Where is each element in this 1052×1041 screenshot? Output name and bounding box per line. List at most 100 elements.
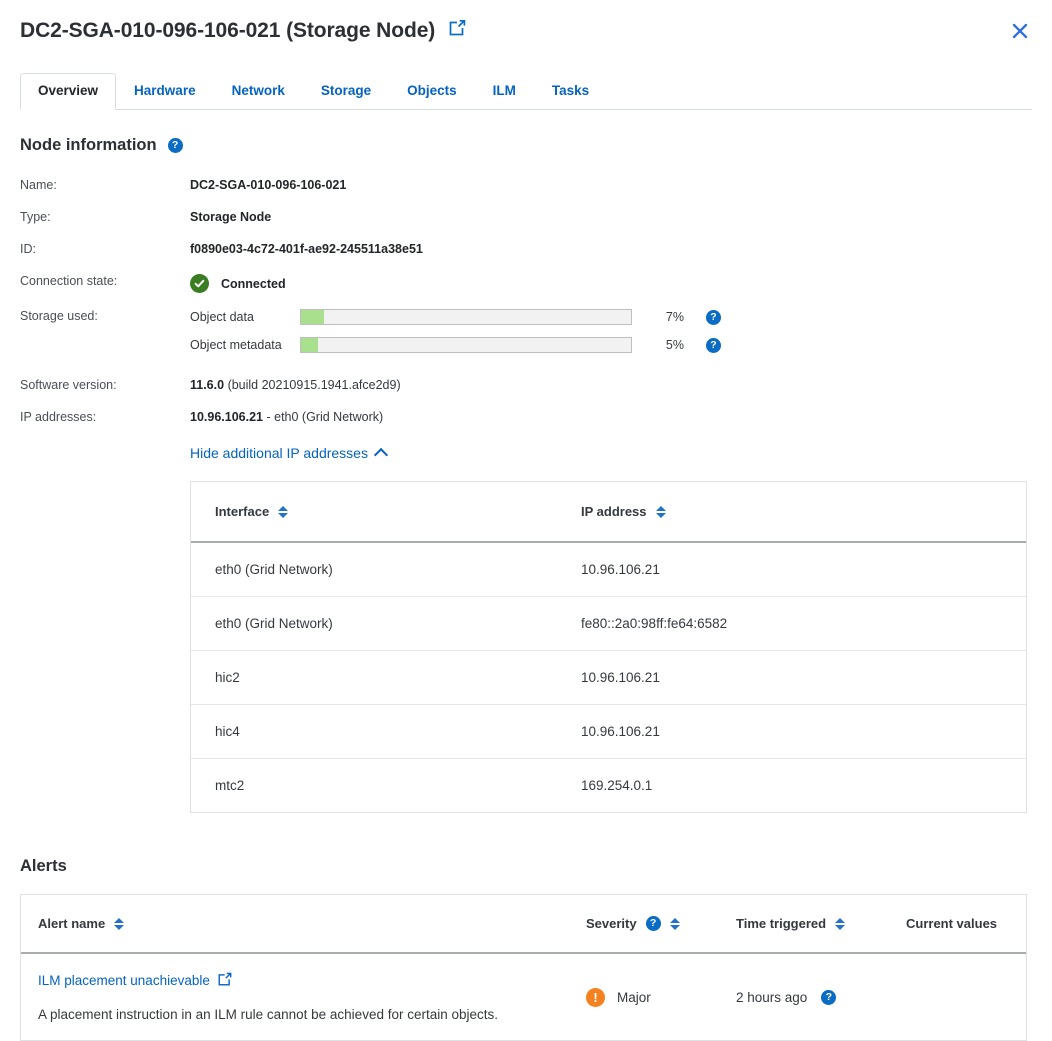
label-software-version: Software version: xyxy=(20,378,117,392)
label-name: Name: xyxy=(20,178,57,192)
toggle-additional-ip-label: Hide additional IP addresses xyxy=(190,445,368,461)
info-row-software-version: Software version: 11.6.0 (build 20210915… xyxy=(20,377,1032,394)
column-header-ip-address-label: IP address xyxy=(581,504,647,519)
table-row: hic2 10.96.106.21 xyxy=(191,650,1026,705)
close-icon[interactable] xyxy=(1007,18,1033,44)
primary-ip-address: 10.96.106.21 xyxy=(190,410,263,424)
value-type: Storage Node xyxy=(190,210,272,224)
value-name: DC2-SGA-010-096-106-021 xyxy=(190,178,347,192)
progress-bar-fill xyxy=(301,310,325,324)
info-row-storage-used: Storage used: Object data 7% ? Object me… xyxy=(20,308,1032,362)
alert-row: ILM placement unachievable A placement i… xyxy=(21,953,1026,1040)
column-header-alert-name-label: Alert name xyxy=(38,916,106,931)
table-row: hic4 10.96.106.21 xyxy=(191,704,1026,759)
alert-name-label: ILM placement unachievable xyxy=(38,973,210,988)
table-row: mtc2 169.254.0.1 xyxy=(191,759,1026,813)
storage-row-object-data: Object data 7% ? xyxy=(190,306,721,328)
external-link-icon[interactable] xyxy=(218,972,232,989)
tab-ilm[interactable]: ILM xyxy=(475,73,534,109)
column-header-current-values: Current values xyxy=(906,895,1026,954)
cell-interface: eth0 (Grid Network) xyxy=(191,596,581,651)
progress-bar-object-metadata xyxy=(300,337,632,353)
column-header-severity-label: Severity xyxy=(586,916,637,931)
help-icon[interactable]: ? xyxy=(821,989,837,1005)
cell-ip-address: 10.96.106.21 xyxy=(581,650,1026,705)
additional-ip-table: Interface IP address eth0 (Grid Network)… xyxy=(190,481,1027,813)
warning-icon: ! xyxy=(586,987,605,1007)
progress-bar-fill xyxy=(301,338,318,352)
alerts-table: Alert name Severity ? Time triggered Cur… xyxy=(20,894,1027,1041)
help-icon[interactable]: ? xyxy=(706,337,721,353)
tab-objects[interactable]: Objects xyxy=(389,73,475,109)
cell-interface: hic2 xyxy=(191,650,581,705)
cell-interface: eth0 (Grid Network) xyxy=(191,542,581,597)
tab-network[interactable]: Network xyxy=(214,73,303,109)
storage-percent-object-data: 7% xyxy=(665,310,684,324)
storage-bars: Object data 7% ? Object metadata 5% ? xyxy=(190,306,721,362)
software-build-string: (build 20210915.1941.afce2d9) xyxy=(227,378,401,392)
table-row: eth0 (Grid Network) 10.96.106.21 xyxy=(191,542,1026,597)
page-title: DC2-SGA-010-096-106-021 (Storage Node) xyxy=(20,19,436,42)
label-type: Type: xyxy=(20,210,51,224)
storage-percent-object-metadata: 5% xyxy=(665,338,684,352)
external-link-icon[interactable] xyxy=(449,19,466,41)
cell-ip-address: fe80::2a0:98ff:fe64:6582 xyxy=(581,596,1026,651)
node-information-heading: Node information ? xyxy=(20,136,1032,155)
alert-name-cell: ILM placement unachievable A placement i… xyxy=(21,953,586,1040)
cell-ip-address: 169.254.0.1 xyxy=(581,778,653,793)
sort-icon[interactable] xyxy=(669,917,680,930)
label-ip-addresses: IP addresses: xyxy=(20,410,97,424)
section-title: Node information xyxy=(20,136,157,154)
sort-icon[interactable] xyxy=(278,505,289,518)
sort-icon[interactable] xyxy=(114,917,125,930)
alert-description: A placement instruction in an ILM rule c… xyxy=(38,1007,499,1022)
column-header-interface-label: Interface xyxy=(215,504,270,519)
tab-tasks[interactable]: Tasks xyxy=(534,73,607,109)
help-icon[interactable]: ? xyxy=(645,916,661,931)
help-icon[interactable]: ? xyxy=(167,138,183,153)
value-software-version: 11.6.0 (build 20210915.1941.afce2d9) xyxy=(190,377,401,394)
storage-label-object-metadata: Object metadata xyxy=(190,338,282,352)
alert-time-label: 2 hours ago xyxy=(736,989,808,1005)
storage-label-object-data: Object data xyxy=(190,310,254,324)
tab-storage[interactable]: Storage xyxy=(303,73,389,109)
alerts-heading: Alerts xyxy=(20,857,67,875)
info-row-id: ID: f0890e03-4c72-401f-ae92-245511a38e51 xyxy=(20,241,1032,258)
info-row-ip-addresses: IP addresses: 10.96.106.21 - eth0 (Grid … xyxy=(20,409,1032,426)
alert-name-link[interactable]: ILM placement unachievable xyxy=(38,972,232,989)
alert-time-cell: 2 hours ago ? xyxy=(736,953,906,1040)
software-version-number: 11.6.0 xyxy=(190,378,225,392)
primary-ip-interface: - eth0 (Grid Network) xyxy=(266,410,384,424)
column-header-time-triggered[interactable]: Time triggered xyxy=(736,895,906,954)
cell-ip-address: 10.96.106.21 xyxy=(581,542,1026,597)
chevron-up-icon xyxy=(373,447,389,463)
status-badge: Connected xyxy=(190,273,286,293)
check-circle-icon xyxy=(190,274,209,293)
tab-overview[interactable]: Overview xyxy=(20,73,117,110)
label-storage-used: Storage used: xyxy=(20,309,98,323)
table-header-row: Interface IP address xyxy=(191,482,1026,543)
sort-icon[interactable] xyxy=(655,505,666,518)
storage-row-object-metadata: Object metadata 5% ? xyxy=(190,334,721,356)
column-header-severity[interactable]: Severity ? xyxy=(586,895,736,954)
help-icon[interactable]: ? xyxy=(706,309,721,325)
alert-severity-label: Major xyxy=(617,989,651,1005)
page-header: DC2-SGA-010-096-106-021 (Storage Node) xyxy=(0,0,1052,62)
sort-icon[interactable] xyxy=(835,917,846,930)
warning-glyph: ! xyxy=(593,989,598,1005)
connection-state-value: Connected xyxy=(221,276,286,291)
column-header-alert-name[interactable]: Alert name xyxy=(21,895,586,954)
info-row-connection-state: Connection state: Connected xyxy=(20,273,1032,293)
cell-ip-address: 10.96.106.21 xyxy=(581,704,1026,759)
table-header-row: Alert name Severity ? Time triggered Cur… xyxy=(21,895,1026,954)
value-ip-addresses: 10.96.106.21 - eth0 (Grid Network) xyxy=(190,409,383,426)
column-header-interface[interactable]: Interface xyxy=(191,482,581,543)
column-header-ip-address[interactable]: IP address xyxy=(581,482,1026,543)
info-row-name: Name: DC2-SGA-010-096-106-021 xyxy=(20,177,1032,194)
tab-hardware[interactable]: Hardware xyxy=(116,73,214,109)
node-information-list: Name: DC2-SGA-010-096-106-021 Type: Stor… xyxy=(20,177,1032,426)
label-connection-state: Connection state: xyxy=(20,274,118,288)
toggle-additional-ip-addresses[interactable]: Hide additional IP addresses xyxy=(190,445,389,463)
cell-interface: mtc2 xyxy=(215,778,245,793)
table-row: eth0 (Grid Network) fe80::2a0:98ff:fe64:… xyxy=(191,596,1026,651)
